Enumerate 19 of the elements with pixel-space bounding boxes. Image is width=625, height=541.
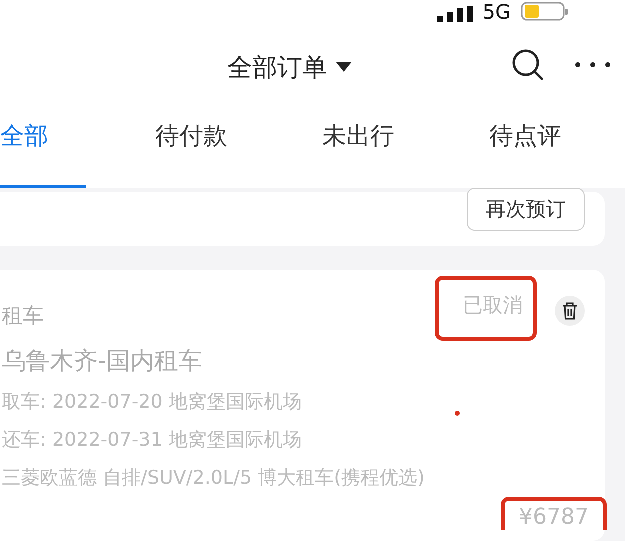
caret-icon <box>336 62 352 72</box>
order-detail: 还车: 2022-07-31 地窝堡国际机场 <box>2 428 303 453</box>
reorder-button[interactable]: 再次预订 <box>467 188 585 231</box>
order-price: ¥6787 <box>519 505 589 530</box>
order-tab[interactable]: 待付款 <box>156 112 228 188</box>
order-detail: 取车: 2022-07-20 地窝堡国际机场 <box>2 390 303 415</box>
order-status: 已取消 <box>463 293 523 317</box>
search-icon[interactable] <box>511 48 545 82</box>
order-tab[interactable]: 待点评 <box>490 112 562 188</box>
more-icon[interactable] <box>575 62 611 68</box>
trash-icon <box>562 302 578 320</box>
signal-icon <box>436 6 473 22</box>
order-title: 乌鲁木齐-国内租车 <box>2 346 204 377</box>
order-detail: 三菱欧蓝德 自排/SUV/2.0L/5 博大租车(携程优选) <box>2 466 426 491</box>
network-label: 5G <box>482 2 511 22</box>
order-tab[interactable]: 未出行 <box>322 112 394 188</box>
order-tab[interactable]: 全部 <box>0 112 86 188</box>
title-dropdown[interactable]: 全部订单 <box>228 50 352 84</box>
order-category: 租车 <box>2 302 44 330</box>
